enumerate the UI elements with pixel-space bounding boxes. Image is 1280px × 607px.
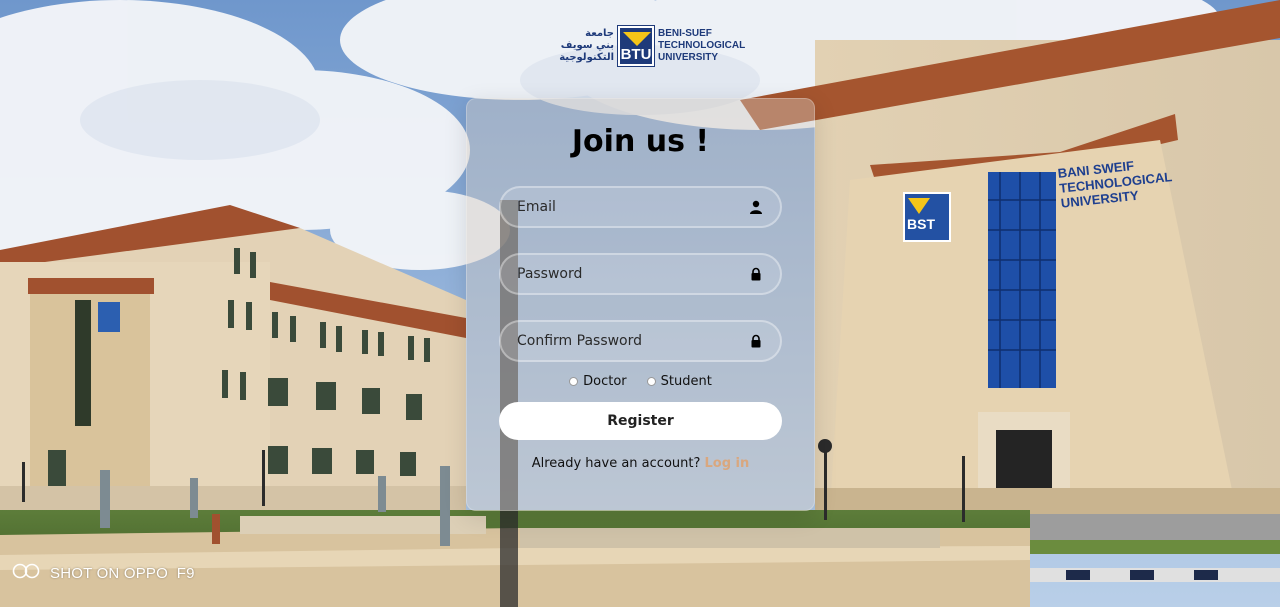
password-input[interactable] [517,266,748,282]
role-option-doctor[interactable]: Doctor [569,374,627,389]
doctor-radio[interactable] [569,377,579,386]
user-icon [748,199,764,215]
logo-english-name: BENI-SUEF TECHNOLOGICAL UNIVERSITY [658,28,746,63]
role-option-student[interactable]: Student [646,374,712,389]
camera-lens-icon [12,563,42,583]
signup-card: Join us ! Doctor Student Register Alread… [466,98,815,511]
doctor-label: Doctor [583,374,627,389]
student-label: Student [660,374,712,389]
confirm-password-field[interactable] [499,320,782,362]
login-prompt-text: Already have an account? [531,456,701,471]
email-field[interactable] [499,186,782,228]
logo-mark: BTU [617,25,655,67]
register-button[interactable]: Register [499,402,782,440]
watermark-text: SHOT ON OPPO F9 [50,564,195,582]
login-link[interactable]: Log in [705,456,750,471]
student-radio[interactable] [646,377,656,386]
email-input[interactable] [517,199,748,215]
password-field[interactable] [499,253,782,295]
page-title: Join us ! [571,124,710,159]
confirm-password-input[interactable] [517,333,748,349]
university-logo: جامعة بني سويف التكنولوجية BTU BENI-SUEF… [556,25,746,67]
role-selector: Doctor Student [466,374,815,389]
logo-arabic-name: جامعة بني سويف التكنولوجية [559,28,614,63]
lock-icon [748,266,764,282]
building-badge: BST [907,216,935,232]
lock-icon [748,333,764,349]
camera-watermark: SHOT ON OPPO F9 [12,563,195,583]
login-prompt: Already have an account? Log in [466,456,815,471]
